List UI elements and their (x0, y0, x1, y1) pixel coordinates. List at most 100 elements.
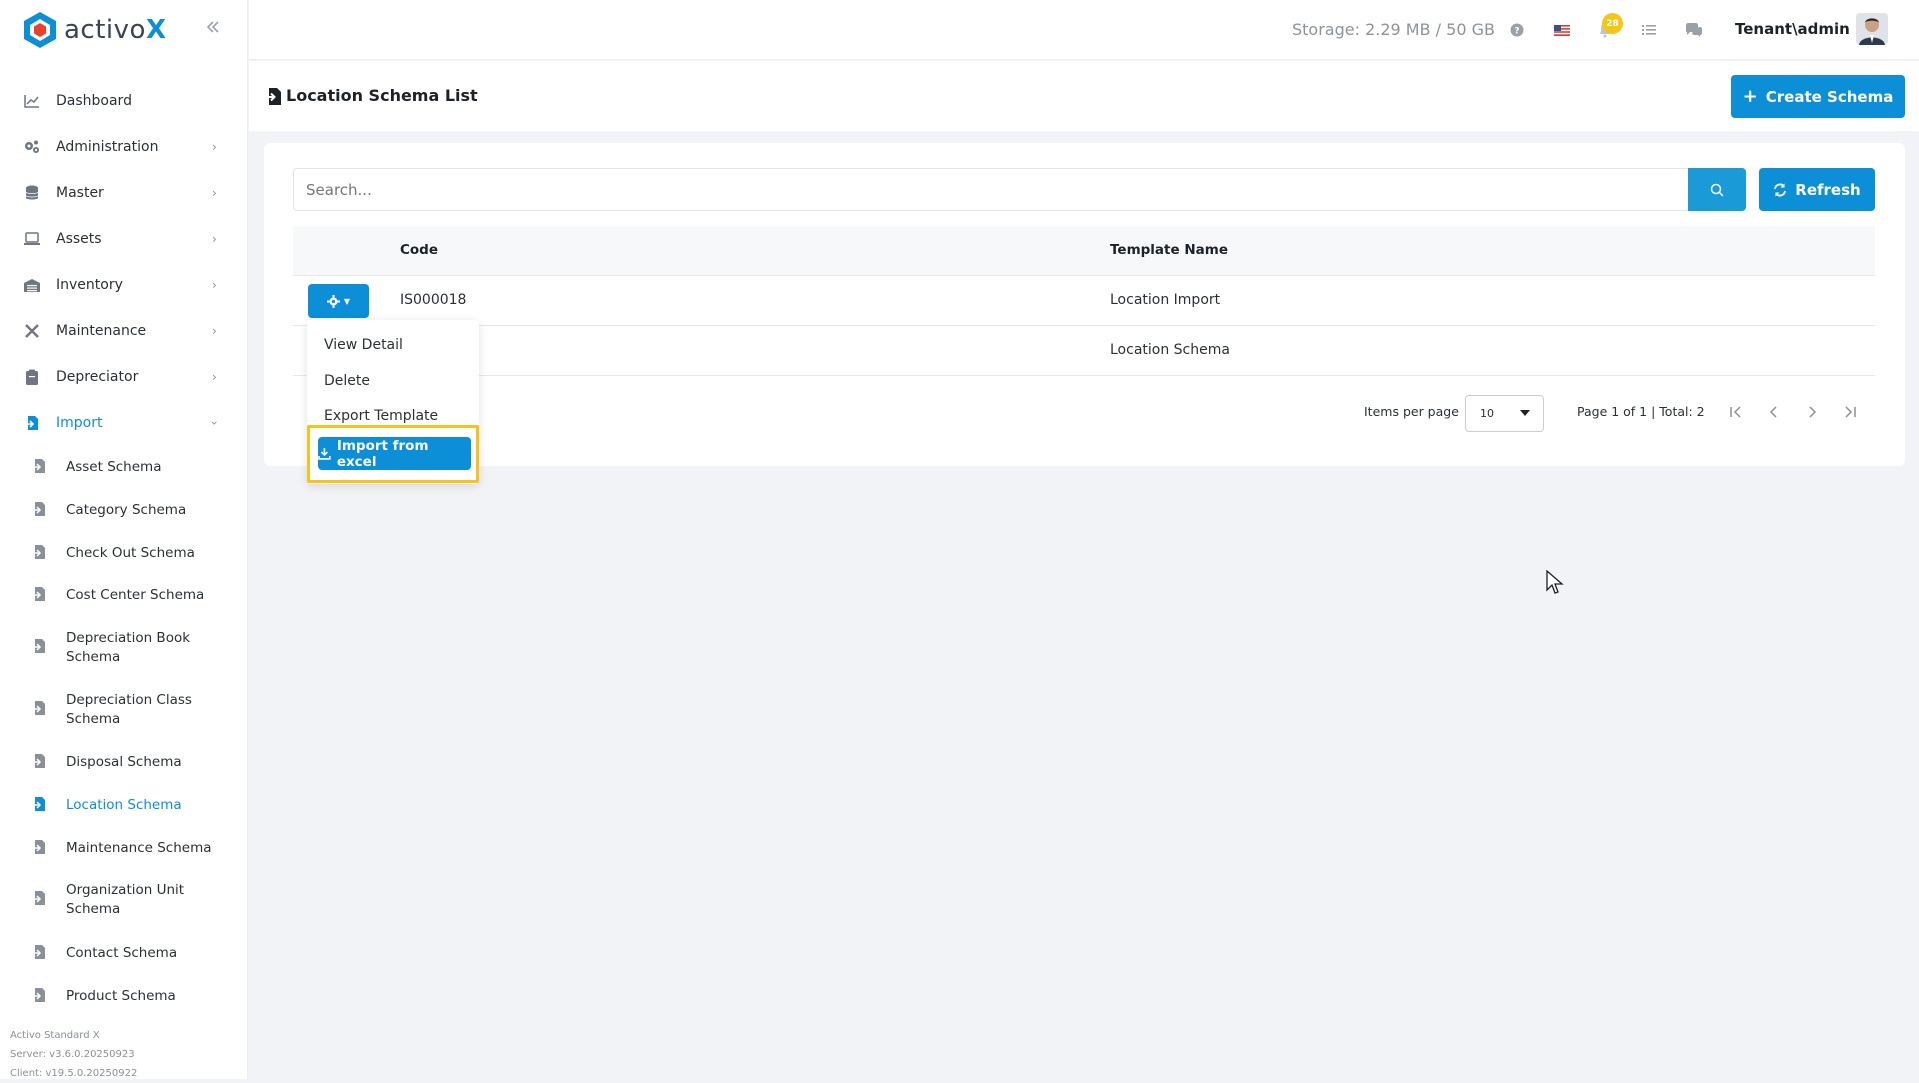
cell-template-name: Location Import (1110, 292, 1221, 308)
chevron-right-icon: › (212, 370, 217, 384)
sidebar-subitem-label: Product Schema (66, 988, 176, 1004)
previous-page-icon[interactable] (1766, 404, 1782, 420)
chevron-right-icon: › (212, 140, 217, 154)
flag-us-icon[interactable] (1552, 20, 1572, 40)
topbar (249, 0, 1919, 60)
sidebar-subitem-label: Check Out Schema (66, 545, 195, 561)
import-file-icon (32, 638, 48, 654)
row-actions-button[interactable]: ▼ (308, 284, 369, 318)
download-icon (318, 448, 331, 460)
sidebar-item-label: Administration (56, 139, 159, 155)
import-file-icon (32, 458, 48, 474)
menu-item-delete[interactable]: Delete (324, 373, 370, 389)
avatar[interactable] (1856, 13, 1888, 45)
create-schema-label: Create Schema (1765, 87, 1894, 106)
sidebar-item-dashboard[interactable]: Dashboard (0, 90, 248, 112)
chevron-right-icon: › (212, 186, 217, 200)
import-file-icon (32, 586, 48, 602)
sidebar-item-import[interactable]: Import › (0, 412, 248, 434)
chevron-down-icon: › (207, 420, 222, 426)
import-file-icon (32, 796, 48, 812)
warehouse-icon (22, 275, 42, 295)
items-per-page-label: Items per page (1364, 404, 1459, 419)
product-name: Activo Standard X (10, 1030, 100, 1041)
menu-item-view-detail[interactable]: View Detail (324, 337, 403, 353)
version-footer: Activo Standard X Server: v3.6.0.2025092… (10, 1026, 137, 1083)
sidebar-subitem-label: Category Schema (66, 502, 187, 518)
search-icon (1710, 183, 1724, 197)
sidebar-subitem-label: Organization Unit Schema (66, 882, 185, 917)
chat-icon[interactable] (1684, 20, 1704, 40)
user-name[interactable]: Tenant\admin (1735, 20, 1850, 38)
refresh-label: Refresh (1795, 180, 1861, 199)
sidebar-item-administration[interactable]: Administration › (0, 136, 248, 158)
menu-item-export-template[interactable]: Export Template (324, 408, 438, 424)
server-version: Server: v3.6.0.20250923 (10, 1049, 135, 1060)
import-file-icon (32, 944, 48, 960)
sidebar-item-label: Inventory (56, 277, 123, 293)
chevron-right-icon: › (212, 278, 217, 292)
import-file-icon (32, 544, 48, 560)
import-icon (22, 413, 42, 433)
sidebar-item-label: Maintenance (56, 323, 147, 339)
refresh-button[interactable]: Refresh (1759, 168, 1875, 211)
refresh-icon (1774, 183, 1787, 196)
page-info: Page 1 of 1 | Total: 2 (1577, 404, 1705, 419)
gear-icon (326, 294, 340, 308)
collapse-sidebar-icon[interactable] (204, 18, 224, 38)
logo-icon (24, 12, 56, 48)
page-header (249, 61, 1919, 131)
caret-down-icon: ▼ (343, 296, 351, 306)
sidebar-item-label: Master (56, 185, 104, 201)
table-row[interactable] (293, 326, 1875, 376)
items-per-page-select[interactable]: 10 (1465, 395, 1544, 432)
import-from-excel-button[interactable]: Import from excel (318, 437, 471, 470)
sidebar: activoX Dashboard Administration › Maste… (0, 0, 248, 1079)
sidebar-item-label: Assets (56, 231, 102, 247)
tasks-icon[interactable] (1639, 20, 1659, 40)
column-header-code[interactable]: Code (400, 242, 438, 258)
import-from-excel-label: Import from excel (336, 437, 429, 470)
search-input[interactable] (293, 168, 1688, 211)
cell-code: IS000018 (400, 292, 467, 308)
chevron-right-icon: › (212, 324, 217, 338)
sidebar-subitem-label: Disposal Schema (66, 754, 182, 770)
next-page-icon[interactable] (1804, 404, 1820, 420)
clipboard-icon (22, 367, 42, 387)
chart-icon (22, 91, 42, 111)
import-file-icon (32, 890, 48, 906)
import-file-icon (32, 700, 48, 716)
sidebar-item-assets[interactable]: Assets › (0, 228, 248, 250)
sidebar-subitem-label: Depreciation Book Schema (66, 630, 191, 665)
client-version: Client: v19.5.0.20250922 (10, 1068, 138, 1079)
svg-text:?: ? (1514, 27, 1519, 37)
sidebar-subitem-label: Cost Center Schema (66, 587, 205, 603)
logo-x: X (145, 15, 167, 45)
mouse-cursor-icon (1546, 569, 1564, 596)
sidebar-item-inventory[interactable]: Inventory › (0, 274, 248, 296)
search-button[interactable] (1688, 168, 1746, 211)
table-header (293, 226, 1875, 276)
column-header-template-name[interactable]: Template Name (1110, 242, 1228, 258)
storage-usage: Storage: 2.29 MB / 50 GB (1292, 20, 1495, 39)
laptop-icon (22, 229, 42, 249)
import-file-icon (32, 987, 48, 1003)
sidebar-item-depreciator[interactable]: Depreciator › (0, 366, 248, 388)
gears-icon (22, 137, 42, 157)
logo[interactable]: activoX (22, 10, 167, 50)
sidebar-item-maintenance[interactable]: Maintenance › (0, 320, 248, 342)
sidebar-subitem-label: Maintenance Schema (66, 840, 212, 856)
sidebar-item-master[interactable]: Master › (0, 182, 248, 204)
tools-icon (22, 321, 42, 341)
caret-down-icon (1520, 410, 1530, 416)
sidebar-subitem-label: Asset Schema (66, 459, 162, 475)
first-page-icon[interactable] (1728, 404, 1744, 420)
table-row[interactable] (293, 276, 1875, 326)
database-icon (22, 183, 42, 203)
help-icon[interactable]: ? (1507, 20, 1527, 40)
cell-template-name: Location Schema (1110, 342, 1230, 358)
items-per-page-value: 10 (1480, 407, 1494, 420)
create-schema-button[interactable]: + Create Schema (1731, 75, 1905, 118)
sidebar-subitem-label: Contact Schema (66, 945, 178, 961)
last-page-icon[interactable] (1842, 404, 1858, 420)
